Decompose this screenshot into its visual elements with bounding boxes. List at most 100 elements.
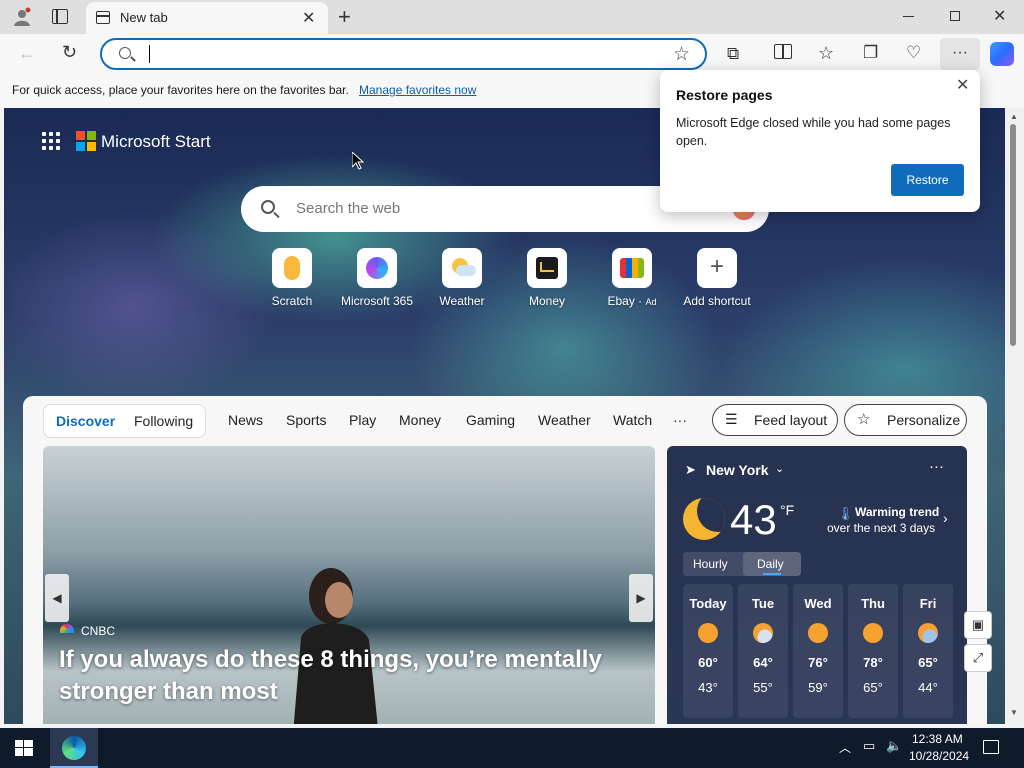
feed-panel: Discover Following News Sports Play Mone… (23, 396, 987, 724)
shortcut-money[interactable]: Money (507, 248, 587, 308)
scroll-up-arrow[interactable]: ▲ (1010, 112, 1018, 121)
scroll-down-arrow[interactable]: ▼ (1010, 708, 1018, 717)
forecast-day-name: Wed (804, 596, 832, 611)
more-tabs-icon[interactable]: ··· (673, 412, 687, 428)
more-options-icon[interactable]: ··· (929, 458, 944, 475)
back-icon[interactable]: ← (18, 43, 36, 64)
extensions-icon[interactable]: ⧉ (727, 44, 739, 64)
tab-watch[interactable]: Watch (613, 412, 652, 428)
profile-icon[interactable] (12, 7, 32, 27)
clock-time[interactable]: 12:38 AM (912, 732, 963, 746)
forecast-high: 64° (753, 655, 773, 670)
minimize-button[interactable] (903, 16, 914, 17)
refresh-icon[interactable]: ↻ (62, 42, 77, 63)
new-tab-page-icon (96, 11, 110, 24)
tab-title: New tab (120, 10, 168, 25)
shortcut-label: Money (528, 294, 566, 308)
tab-play[interactable]: Play (349, 412, 376, 428)
show-hidden-icons-icon[interactable]: ︿ (839, 739, 851, 756)
forecast-day[interactable]: Tue 64° 55° (738, 584, 788, 718)
personalize-button[interactable]: ☆ Personalize (844, 404, 967, 436)
close-tab-icon[interactable]: ✕ (302, 8, 315, 28)
clock-date[interactable]: 10/28/2024 (909, 749, 969, 763)
notifications-icon[interactable] (983, 740, 999, 754)
network-icon[interactable]: ▭ (863, 738, 875, 754)
split-screen-icon[interactable] (774, 44, 792, 59)
address-bar[interactable]: ☆ (100, 38, 707, 70)
chevron-right-icon[interactable]: › (943, 510, 948, 526)
sunny-icon (698, 623, 718, 643)
feed-layout-button[interactable]: ☰ Feed layout (712, 404, 838, 436)
forecast-low: 43° (698, 680, 718, 695)
shortcut-label: Weather (439, 294, 485, 308)
previous-arrow-button[interactable]: ◀ (45, 574, 69, 622)
tab-discover[interactable]: Discover (56, 413, 115, 429)
close-popup-icon[interactable]: ✕ (956, 75, 969, 95)
restore-pages-popup: Restore pages ✕ Microsoft Edge closed wh… (660, 70, 980, 212)
edge-icon (62, 736, 86, 760)
next-arrow-button[interactable]: ▶ (629, 574, 653, 622)
windows-start-icon[interactable] (15, 740, 33, 756)
expand-icon[interactable]: ⤢ (964, 644, 992, 672)
weather-card[interactable]: ➤ New York ⌄ ··· 43 °F 🌡 Warming trend o… (667, 446, 967, 724)
copilot-icon[interactable] (990, 42, 1014, 66)
temperature-unit: °F (780, 502, 795, 518)
shortcut-weather[interactable]: Weather (422, 248, 502, 308)
chevron-down-icon[interactable]: ⌄ (775, 462, 784, 475)
shortcut-ebay[interactable]: Ebay · Ad (592, 248, 672, 308)
forecast-day[interactable]: Thu 78° 65° (848, 584, 898, 718)
settings-more-button[interactable]: ··· (940, 38, 980, 70)
ebay-icon (612, 248, 652, 288)
cnbc-logo-icon (60, 624, 74, 633)
weather-trend: Warming trend (855, 505, 940, 519)
volume-muted-icon[interactable]: 🔈 (886, 738, 902, 754)
forecast-day[interactable]: Wed 76° 59° (793, 584, 843, 718)
search-icon-handle (273, 211, 280, 219)
collections-icon[interactable]: ❐ (863, 43, 878, 63)
shortcut-microsoft-365[interactable]: Microsoft 365 (337, 248, 417, 308)
favorite-star-icon[interactable]: ☆ (673, 43, 690, 66)
new-tab-button[interactable]: + (338, 4, 351, 30)
microsoft-365-icon (357, 248, 397, 288)
microsoft-logo-icon (76, 131, 96, 151)
tab-hourly[interactable]: Hourly (693, 557, 728, 571)
restore-button[interactable] (950, 11, 960, 21)
sliders-icon: ☰ (725, 411, 738, 427)
hero-article[interactable]: ◀ ▶ CNBC If you always do these 8 things… (43, 446, 655, 724)
close-window-button[interactable]: ✕ (993, 6, 1006, 26)
sunny-icon (863, 623, 883, 643)
browser-essentials-icon[interactable]: ♡ (906, 43, 921, 63)
tab-news[interactable]: News (228, 412, 263, 428)
scrollbar-thumb[interactable] (1010, 124, 1016, 346)
favorites-bar-text: For quick access, place your favorites h… (12, 83, 349, 97)
forecast-low: 44° (918, 680, 938, 695)
shortcut-scratch[interactable]: Scratch (252, 248, 332, 308)
tab-new-tab[interactable]: New tab ✕ (86, 2, 328, 34)
forecast-day[interactable]: Today 60° 43° (683, 584, 733, 718)
forecast-high: 76° (808, 655, 828, 670)
weather-location[interactable]: New York (706, 462, 769, 478)
weather-icon (442, 248, 482, 288)
shortcut-label: Ebay (607, 294, 635, 308)
tab-money[interactable]: Money (399, 412, 441, 428)
favorites-icon[interactable]: ☆ (818, 43, 834, 64)
shortcut-add[interactable]: + Add shortcut (677, 248, 757, 308)
tab-sports[interactable]: Sports (286, 412, 326, 428)
forecast-high: 60° (698, 655, 718, 670)
manage-favorites-link[interactable]: Manage favorites now (359, 83, 476, 97)
forecast-day-name: Today (689, 596, 727, 611)
tab-actions-icon[interactable] (52, 9, 68, 24)
weather-trend-detail: over the next 3 days (827, 521, 936, 535)
tab-following[interactable]: Following (134, 413, 193, 429)
forecast-day[interactable]: Fri 65° 44° (903, 584, 953, 718)
edge-taskbar-button[interactable] (50, 728, 98, 768)
image-feedback-icon[interactable]: ▣ (964, 611, 992, 639)
shortcut-label: Add shortcut (683, 294, 751, 308)
apps-launcher-icon[interactable] (42, 132, 60, 150)
address-caret (149, 45, 150, 63)
forecast-high: 65° (918, 655, 938, 670)
article-headline[interactable]: If you always do these 8 things, you’re … (59, 644, 619, 708)
tab-weather[interactable]: Weather (538, 412, 591, 428)
restore-button[interactable]: Restore (891, 164, 964, 196)
tab-gaming[interactable]: Gaming (466, 412, 515, 428)
